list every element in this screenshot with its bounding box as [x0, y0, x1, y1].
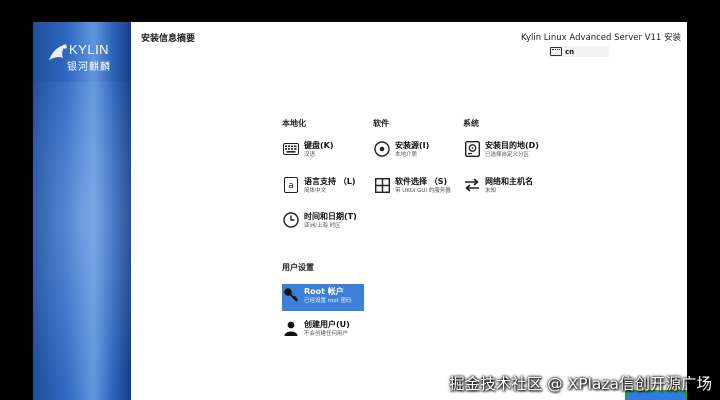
spoke-install-destination[interactable]: 安装目的地(D) 已选择自定义分区 — [463, 140, 539, 159]
category-localization: 本地化 — [282, 119, 306, 128]
spoke-destination-status: 已选择自定义分区 — [485, 152, 530, 158]
category-software: 软件 — [373, 119, 389, 128]
clock-icon — [282, 211, 300, 229]
spoke-source-status: 本地介质 — [395, 152, 418, 158]
spoke-language-label: 语言支持 （L) — [304, 177, 356, 186]
logo-text-en: KYLIN — [69, 42, 110, 57]
spoke-time-status: 亚洲/上海 时区 — [304, 223, 341, 229]
spoke-destination-label: 安装目的地(D) — [485, 141, 539, 150]
svg-text:a: a — [288, 181, 294, 191]
key-icon — [282, 286, 300, 304]
spoke-keyboard[interactable]: 键盘(K) 汉语 — [282, 140, 334, 159]
spoke-create-user-status: 不会创建任何用户 — [304, 331, 349, 337]
spoke-language[interactable]: a 语言支持 （L) 简体中文 — [282, 176, 356, 195]
keyboard-icon — [282, 140, 300, 158]
spoke-source-label: 安装源(I) — [395, 141, 430, 150]
spoke-root-label: Root 帐户 — [304, 287, 344, 296]
spoke-time-date[interactable]: 时间和日期(T) 亚洲/上海 时区 — [282, 211, 357, 230]
spoke-keyboard-status: 汉语 — [304, 152, 316, 158]
spoke-language-status: 简体中文 — [304, 188, 327, 194]
kylin-logo: KYLIN 银河麒麟 — [43, 36, 123, 80]
spoke-install-source[interactable]: 安装源(I) 本地介质 — [373, 140, 429, 159]
category-user-settings: 用户设置 — [282, 263, 314, 272]
keyboard-icon — [550, 47, 562, 56]
product-name: Kylin Linux Advanced Server V11 安装 — [521, 33, 681, 43]
spoke-root-account[interactable]: Root 帐户 已经设置 root 密码 — [282, 284, 364, 311]
spoke-network-status: 未知 — [485, 188, 497, 194]
spoke-selection-status: 带 UKUI GUI 的服务器 — [395, 188, 451, 194]
keyboard-layout-indicator[interactable]: cn — [549, 46, 609, 57]
user-icon — [282, 319, 300, 337]
spoke-keyboard-label: 键盘(K) — [304, 141, 334, 150]
language-icon: a — [282, 176, 300, 194]
package-icon — [373, 176, 391, 194]
watermark: 掘金技术社区 @ XPlaza信创开源广场 — [449, 375, 712, 393]
spoke-network-hostname[interactable]: 网络和主机名 未知 — [463, 176, 533, 195]
spoke-selection-label: 软件选择 （S) — [395, 177, 448, 186]
logo-text-cn: 银河麒麟 — [67, 62, 111, 73]
spoke-create-user[interactable]: 创建用户(U) 不会创建任何用户 — [282, 319, 350, 338]
spoke-create-user-label: 创建用户(U) — [304, 320, 350, 329]
category-system: 系统 — [463, 119, 479, 128]
page-title: 安装信息摘要 — [141, 34, 196, 44]
keyboard-layout-label: cn — [565, 47, 575, 56]
installer-window: KYLIN 银河麒麟 安装信息摘要 Kylin Linux Advanced S… — [33, 22, 687, 400]
network-arrows-icon — [463, 176, 481, 194]
sidebar: KYLIN 银河麒麟 — [33, 22, 131, 400]
spoke-software-selection[interactable]: 软件选择 （S) 带 UKUI GUI 的服务器 — [373, 176, 451, 195]
harddisk-icon — [463, 140, 481, 158]
disc-icon — [373, 140, 391, 158]
spoke-root-status: 已经设置 root 密码 — [304, 298, 352, 304]
spoke-time-label: 时间和日期(T) — [304, 212, 357, 221]
spoke-network-label: 网络和主机名 — [485, 177, 533, 186]
